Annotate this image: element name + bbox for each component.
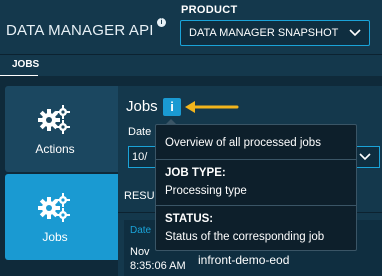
sidebar-item-label: Jobs [42, 230, 68, 244]
gears-icon [38, 193, 70, 222]
pointer-arrow-icon [185, 101, 239, 113]
tooltip-overview: Overview of all processed jobs [165, 137, 321, 149]
info-button[interactable]: i [163, 98, 181, 116]
sidebar-item-label: Actions [35, 142, 75, 156]
row-date: Nov [130, 246, 150, 258]
date-input-value: 10/ [132, 151, 148, 163]
gears-icon [38, 105, 70, 134]
top-bar: DATA MANAGER API i PRODUCT DATA MANAGER … [0, 0, 382, 54]
app-title: DATA MANAGER API [6, 22, 154, 39]
product-select[interactable]: DATA MANAGER SNAPSHOT [180, 20, 370, 46]
tab-jobs[interactable]: JOBS [0, 55, 40, 77]
divider [156, 205, 356, 206]
chevron-down-icon [359, 153, 371, 161]
tooltip-status-heading: STATUS: [165, 213, 214, 225]
results-label: RESU [124, 190, 155, 202]
info-icon[interactable]: i [157, 18, 166, 27]
nav-bar: JOBS [0, 54, 382, 77]
page-title: Jobs [126, 98, 158, 115]
sidebar-item-jobs[interactable]: Jobs [5, 174, 133, 260]
info-tooltip: Overview of all processed jobs JOB TYPE:… [155, 124, 357, 251]
date-label: Date [128, 126, 152, 138]
sidebar-item-actions[interactable]: Actions [5, 86, 133, 172]
chevron-down-icon [349, 29, 361, 37]
divider [156, 159, 356, 160]
row-time: 8:35:06 AM [130, 260, 186, 272]
sidebar: Actions Jobs [0, 76, 133, 276]
product-select-value: DATA MANAGER SNAPSHOT [189, 27, 339, 39]
product-label: PRODUCT [181, 4, 238, 16]
column-header-date[interactable]: Date [130, 225, 151, 236]
tooltip-job-type-heading: JOB TYPE: [165, 167, 226, 179]
tab-jobs-label: JOBS [12, 59, 40, 70]
tooltip-job-type-text: Processing type [165, 185, 247, 197]
row-job-name[interactable]: infront-demo-eod [198, 253, 289, 267]
tooltip-status-text: Status of the corresponding job [165, 231, 325, 243]
